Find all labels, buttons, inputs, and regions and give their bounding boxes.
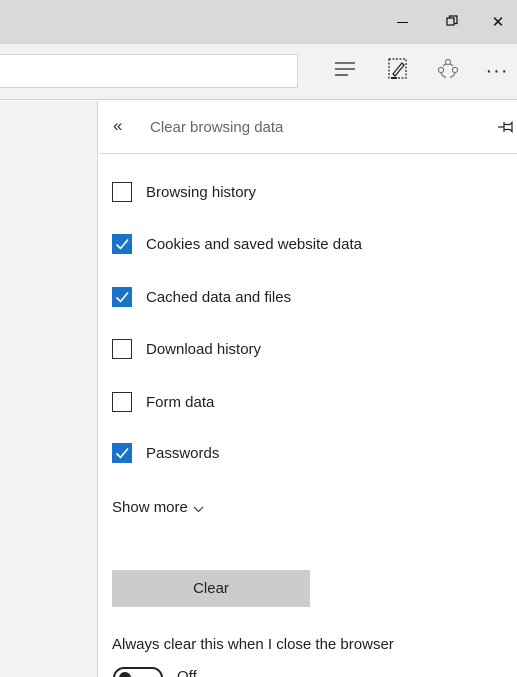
web-note-button[interactable]: [383, 56, 413, 86]
option-label: Form data: [146, 393, 215, 411]
checkbox[interactable]: [112, 339, 132, 359]
always-clear-label: Always clear this when I close the brows…: [112, 636, 394, 653]
option-browsing-history[interactable]: Browsing history: [112, 180, 256, 204]
option-label: Cookies and saved website data: [146, 235, 362, 253]
option-label: Passwords: [146, 444, 220, 462]
hub-icon: [334, 61, 356, 82]
toggle-knob: [119, 672, 131, 677]
restore-icon: [446, 14, 458, 31]
title-bar: ✕: [0, 0, 517, 44]
address-bar[interactable]: [0, 54, 298, 88]
pin-icon[interactable]: [497, 117, 517, 137]
more-button[interactable]: ···: [482, 56, 512, 86]
show-more-label: Show more: [112, 499, 188, 516]
page-content-area: [0, 101, 98, 677]
close-button[interactable]: ✕: [478, 0, 517, 44]
share-button[interactable]: [433, 56, 463, 86]
option-label: Download history: [146, 340, 262, 358]
toggle-state-label: Off: [177, 668, 197, 677]
option-label: Browsing history: [146, 183, 257, 201]
browser-toolbar: ···: [0, 44, 517, 100]
panel-title: Clear browsing data: [150, 119, 284, 136]
option-download-history[interactable]: Download history: [112, 337, 261, 361]
web-note-icon: [388, 57, 408, 85]
show-more-link[interactable]: Show more: [112, 498, 204, 517]
option-cookies[interactable]: Cookies and saved website data: [112, 232, 362, 256]
checkbox-checked[interactable]: [112, 443, 132, 463]
checkbox-checked[interactable]: [112, 287, 132, 307]
option-passwords[interactable]: Passwords: [112, 441, 219, 465]
always-clear-toggle[interactable]: [113, 667, 163, 677]
minimize-icon: [396, 21, 408, 23]
option-label: Cached data and files: [146, 288, 292, 306]
clear-button[interactable]: Clear: [112, 570, 310, 607]
checkbox[interactable]: [112, 392, 132, 412]
checkbox[interactable]: [112, 182, 132, 202]
option-cached-data[interactable]: Cached data and files: [112, 285, 291, 309]
checkbox-checked[interactable]: [112, 234, 132, 254]
panel-header: « Clear browsing data: [99, 101, 517, 154]
back-icon[interactable]: «: [113, 116, 122, 136]
option-form-data[interactable]: Form data: [112, 390, 214, 414]
hub-button[interactable]: [330, 56, 360, 86]
restore-button[interactable]: [432, 0, 472, 44]
share-icon: [437, 58, 459, 85]
more-icon: ···: [485, 59, 509, 82]
minimize-button[interactable]: [382, 0, 422, 44]
clear-browsing-data-panel: « Clear browsing data Browsing history C…: [99, 101, 517, 677]
chevron-down-icon: [193, 500, 204, 517]
close-icon: ✕: [491, 14, 505, 31]
